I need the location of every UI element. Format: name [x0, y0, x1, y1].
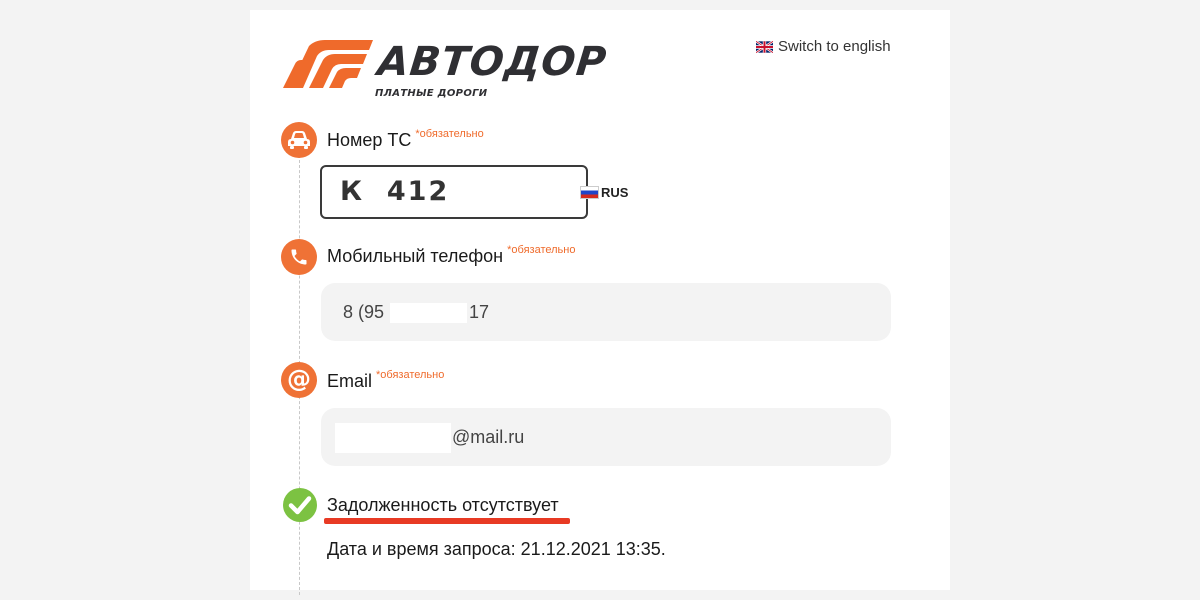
email-input[interactable]: @mail.ru: [321, 408, 891, 466]
debt-check-page: АВТОДОР ПЛАТНЫЕ ДОРОГИ Switch to english…: [250, 10, 950, 595]
phone-input[interactable]: 8 (95 17: [321, 283, 891, 341]
vehicle-number-label: Номер ТС *обязательно: [327, 128, 484, 151]
russia-flag-icon: [580, 186, 599, 199]
brand-name: АВТОДОР: [375, 39, 610, 85]
vehicle-number-label-text: Номер ТС: [327, 130, 412, 150]
check-circle-icon: [283, 488, 317, 522]
email-value-end: @mail.ru: [452, 427, 525, 447]
phone-label: Мобильный телефон *обязательно: [327, 244, 576, 267]
vehicle-plate-input[interactable]: К 412: [320, 165, 588, 219]
car-icon: [281, 122, 317, 158]
at-sign-icon: @: [281, 362, 317, 398]
phone-value-start: 8 (95: [343, 302, 385, 322]
phone-label-text: Мобильный телефон: [327, 246, 504, 266]
email-label: Email *обязательно: [327, 369, 445, 392]
email-label-text: Email: [327, 371, 373, 391]
plate-country-code: RUS: [601, 185, 629, 200]
required-marker: *обязательно: [376, 369, 445, 381]
plate-country[interactable]: RUS: [580, 185, 628, 200]
brand-tagline: ПЛАТНЫЕ ДОРОГИ: [375, 88, 488, 99]
request-datetime: Дата и время запроса: 21.12.2021 13:35.: [327, 539, 666, 559]
debt-status: Задолженность отсутствует: [327, 495, 559, 515]
email-redaction: [335, 423, 451, 453]
required-marker: *обязательно: [507, 244, 576, 256]
language-switch-link[interactable]: Switch to english: [756, 38, 891, 55]
phone-icon: [281, 239, 317, 275]
language-switch-label: Switch to english: [778, 38, 891, 55]
status-underline: [324, 518, 570, 524]
phone-redaction: [390, 303, 467, 323]
uk-flag-icon: [756, 40, 773, 53]
required-marker: *обязательно: [415, 128, 484, 140]
road-logo-icon: [283, 40, 373, 88]
phone-value-end: 17: [469, 302, 490, 322]
avtodor-logo: АВТОДОР ПЛАТНЫЕ ДОРОГИ: [283, 38, 613, 106]
